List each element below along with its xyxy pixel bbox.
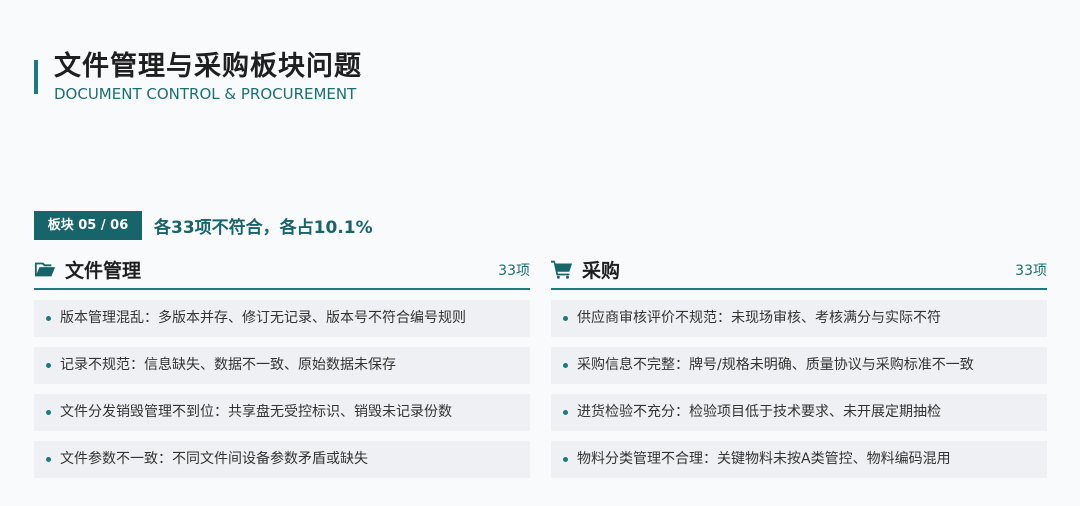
- bullet-dot: [563, 316, 568, 321]
- summary-text: 各33项不符合，各占10.1%: [154, 218, 373, 238]
- bullet-dot: [46, 316, 51, 321]
- bullet-dot: [46, 363, 51, 368]
- list-item: 记录不规范：信息缺失、数据不一致、原始数据未保存: [34, 347, 530, 384]
- issue-list: 版本管理混乱：多版本并存、修订无记录、版本号不符合编号规则 记录不规范：信息缺失…: [34, 300, 530, 478]
- list-item-text: 供应商审核评价不规范：未现场审核、考核满分与实际不符: [577, 310, 941, 326]
- list-item: 物料分类管理不合理：关键物料未按A类管控、物料编码混用: [551, 441, 1047, 478]
- panel-title: 文件管理: [65, 260, 142, 282]
- title-accent-bar: [34, 60, 38, 94]
- list-item-text: 记录不规范：信息缺失、数据不一致、原始数据未保存: [60, 357, 396, 373]
- bullet-dot: [563, 457, 568, 462]
- list-item: 版本管理混乱：多版本并存、修订无记录、版本号不符合编号规则: [34, 300, 530, 337]
- list-item-text: 物料分类管理不合理：关键物料未按A类管控、物料编码混用: [577, 451, 951, 467]
- bullet-dot: [563, 410, 568, 415]
- folder-open-icon: [34, 262, 56, 277]
- panel-count: 33项: [1015, 263, 1047, 279]
- panel-count: 33项: [498, 263, 530, 279]
- bullet-dot: [46, 457, 51, 462]
- list-item: 文件参数不一致：不同文件间设备参数矛盾或缺失: [34, 441, 530, 478]
- issue-list: 供应商审核评价不规范：未现场审核、考核满分与实际不符 采购信息不完整：牌号/规格…: [551, 300, 1047, 478]
- panel-title: 采购: [582, 260, 621, 282]
- panel-header: 采购 33项: [551, 252, 1047, 290]
- panel-header: 文件管理 33项: [34, 252, 530, 290]
- section-badge: 板块 05 / 06: [34, 211, 142, 240]
- list-item: 文件分发销毁管理不到位：共享盘无受控标识、销毁未记录份数: [34, 394, 530, 431]
- list-item-text: 进货检验不充分：检验项目低于技术要求、未开展定期抽检: [577, 404, 941, 420]
- panel-procurement: 采购 33项 供应商审核评价不规范：未现场审核、考核满分与实际不符 采购信息不完…: [551, 252, 1047, 488]
- list-item-text: 版本管理混乱：多版本并存、修订无记录、版本号不符合编号规则: [60, 310, 466, 326]
- panel-document-control: 文件管理 33项 版本管理混乱：多版本并存、修订无记录、版本号不符合编号规则 记…: [34, 252, 530, 488]
- list-item-text: 文件分发销毁管理不到位：共享盘无受控标识、销毁未记录份数: [60, 404, 452, 420]
- list-item: 采购信息不完整：牌号/规格未明确、质量协议与采购标准不一致: [551, 347, 1047, 384]
- bullet-dot: [563, 363, 568, 368]
- page-title: 文件管理与采购板块问题: [54, 51, 362, 82]
- bullet-dot: [46, 410, 51, 415]
- list-item-text: 文件参数不一致：不同文件间设备参数矛盾或缺失: [60, 451, 368, 467]
- list-item-text: 采购信息不完整：牌号/规格未明确、质量协议与采购标准不一致: [577, 357, 974, 373]
- list-item: 进货检验不充分：检验项目低于技术要求、未开展定期抽检: [551, 394, 1047, 431]
- shopping-cart-icon: [551, 260, 573, 279]
- page-subtitle: DOCUMENT CONTROL & PROCUREMENT: [54, 85, 357, 103]
- list-item: 供应商审核评价不规范：未现场审核、考核满分与实际不符: [551, 300, 1047, 337]
